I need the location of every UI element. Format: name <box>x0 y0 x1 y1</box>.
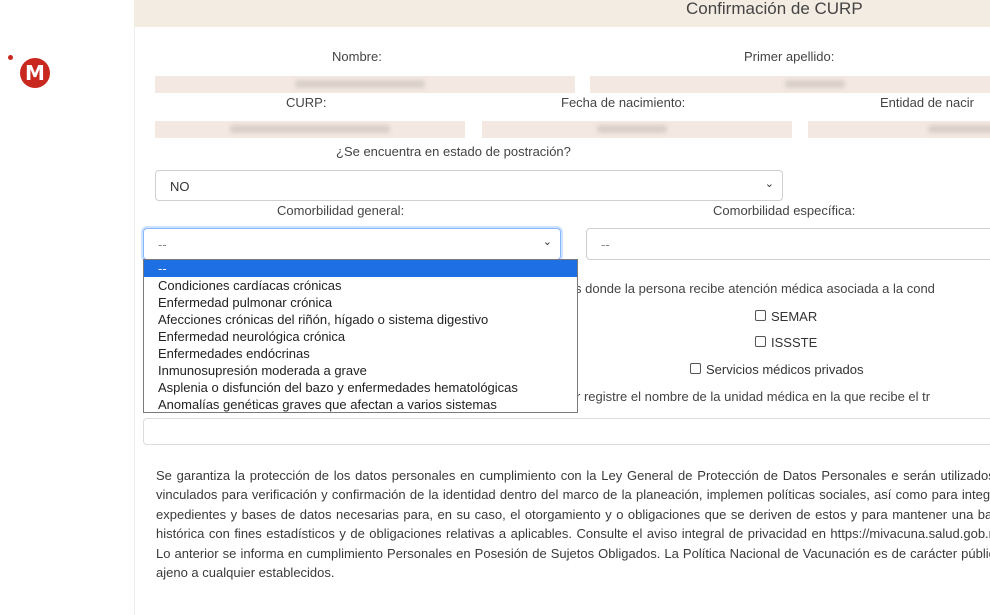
dropdown-option[interactable]: Afecciones crónicas del riñón, hígado o … <box>144 311 577 328</box>
page-title: Confirmación de CURP <box>686 0 863 18</box>
dropdown-option[interactable]: Enfermedad pulmonar crónica <box>144 294 577 311</box>
dropdown-option[interactable]: Inmunosupresión moderada a grave <box>144 362 577 379</box>
checkbox-label: SEMAR <box>771 309 818 324</box>
fecha-value-redacted <box>482 121 792 138</box>
postracion-select[interactable]: NO ⌄ <box>155 170 783 201</box>
dropdown-option[interactable]: Anomalías genéticas graves que afectan a… <box>144 396 577 413</box>
checkbox-icon <box>755 310 766 321</box>
curp-label: CURP: <box>286 95 327 110</box>
checkbox-semar[interactable]: SEMAR <box>755 309 817 324</box>
dropdown-option[interactable]: -- <box>144 260 577 277</box>
checkbox-label: ISSSTE <box>771 335 818 350</box>
checkbox-issste[interactable]: ISSSTE <box>755 335 817 350</box>
unidad-question: r registre el nombre de la unidad médica… <box>576 389 931 404</box>
nombre-label: Nombre: <box>332 49 382 64</box>
comorbilidad-general-value: -- <box>158 237 167 252</box>
dropdown-option[interactable]: Enfermedades endócrinas <box>144 345 577 362</box>
logo-icon: M <box>20 58 50 88</box>
page-header: Confirmación de CURP <box>134 0 990 27</box>
chevron-down-icon: ⌄ <box>764 178 774 190</box>
atencion-question: s donde la persona recibe atención médic… <box>575 281 935 296</box>
primer-apellido-label: Primer apellido: <box>744 49 835 64</box>
curp-value-redacted <box>155 121 465 138</box>
nombre-value-redacted <box>155 76 575 93</box>
entidad-value-redacted <box>808 121 990 138</box>
privacy-notice: Se garantiza la protección de los datos … <box>156 468 990 581</box>
chevron-down-icon: ⌄ <box>542 236 552 248</box>
checkbox-icon <box>690 363 701 374</box>
fecha-nacimiento-label: Fecha de nacimiento: <box>561 95 686 110</box>
dropdown-option[interactable]: Condiciones cardíacas crónicas <box>144 277 577 294</box>
comorbilidad-especifica-label: Comorbilidad específica: <box>713 203 856 218</box>
checkbox-icon <box>755 336 766 347</box>
comorbilidad-especifica-select[interactable]: -- <box>586 228 990 260</box>
comorbilidad-general-select[interactable]: -- ⌄ <box>143 228 561 260</box>
unidad-medica-input[interactable] <box>143 418 990 445</box>
logo-dot <box>8 55 13 60</box>
dropdown-option[interactable]: Asplenia o disfunción del bazo y enferme… <box>144 379 577 396</box>
primer-apellido-value-redacted <box>590 76 990 93</box>
entidad-nacimiento-label: Entidad de nacir <box>880 95 974 110</box>
checkbox-servicios-privados[interactable]: Servicios médicos privados <box>690 362 864 377</box>
dropdown-option[interactable]: Enfermedad neurológica crónica <box>144 328 577 345</box>
postracion-question: ¿Se encuentra en estado de postración? <box>336 144 571 159</box>
comorbilidad-general-dropdown[interactable]: -- Condiciones cardíacas crónicas Enferm… <box>143 259 578 413</box>
left-rail <box>0 0 135 615</box>
checkbox-label: Servicios médicos privados <box>706 362 864 377</box>
postracion-value: NO <box>170 179 190 194</box>
comorbilidad-general-label: Comorbilidad general: <box>277 203 405 218</box>
comorbilidad-especifica-value: -- <box>601 237 610 252</box>
